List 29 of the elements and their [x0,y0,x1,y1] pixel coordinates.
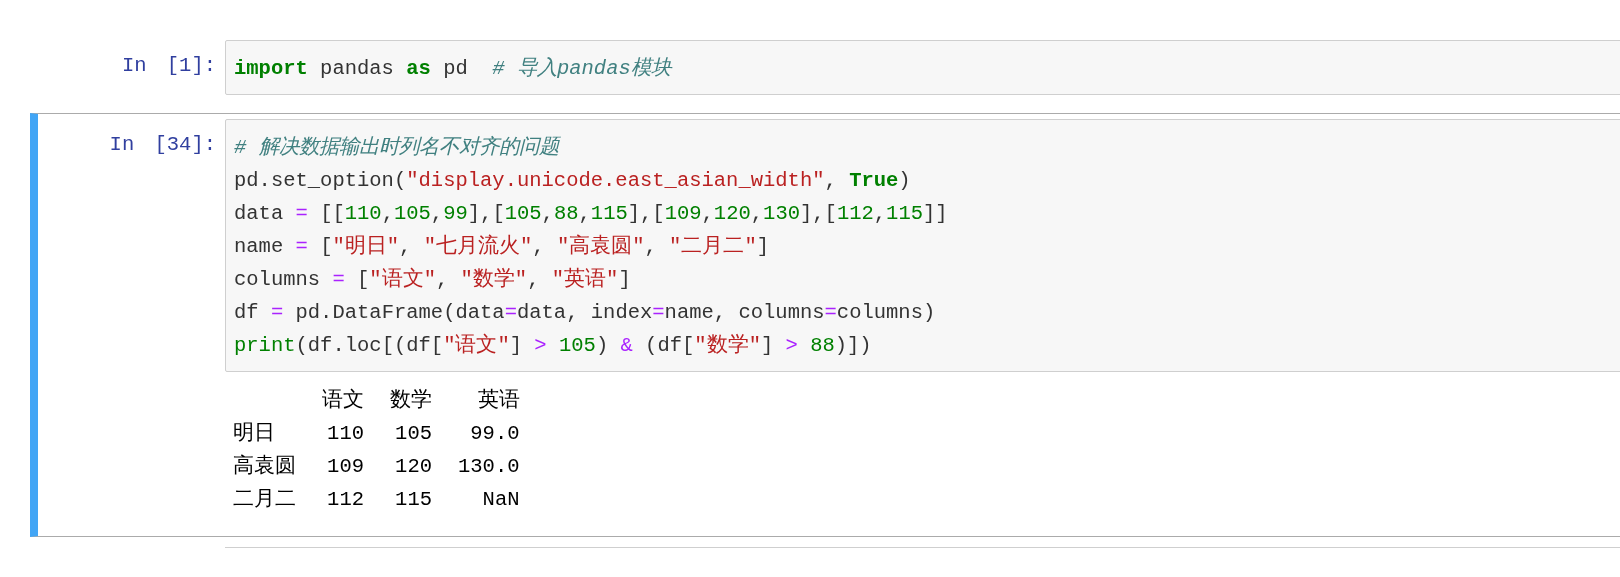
table-cell-text: 110 [326,421,364,447]
row-label: 二月二 [233,487,296,513]
table-cell-text: 115 [394,487,432,513]
table-cell-text: 120 [394,454,432,480]
code-line: pd.set_option("display.unicode.east_asian_width", True) [234,168,912,194]
code-line: import pandas as pd # 导入pandas模块 [234,56,674,82]
column-header: 语文 [322,387,364,414]
column-header: 英语 [476,387,520,414]
table-cell-text: 109 [326,454,364,480]
input-prompt: In [1]: [120,53,217,79]
code-line: name = ["明日", "七月流火", "高袁圆", "二月二"] [234,233,770,260]
table-cell-text: 105 [394,421,432,447]
input-prompt: In [34]: [108,132,217,158]
code-line: df = pd.DataFrame(data=data, index=name, columns=columns) [234,300,937,326]
notebook-cell[interactable] [30,113,1620,537]
row-label: 高袁圆 [233,453,296,480]
code-input[interactable] [225,119,1620,372]
notebook-cell[interactable]: In [1]: import pandas as pd # 导入pandas模块 [30,34,1620,101]
code-line: # 解决数据输出时列名不对齐的问题 [234,135,562,161]
table-cell-text: NaN [481,487,520,513]
table-cell-text: 112 [326,487,364,513]
table-cell-text: 130.0 [458,454,520,480]
code-line: print(df.loc[(df["语文"] > 105) & (df["数学"] > 88)]) [234,332,873,359]
table-cell-text: 99.0 [469,421,520,447]
column-header: 数学 [390,388,432,414]
row-label: 明日 [233,421,276,447]
code-line: columns = ["语文", "数学", "英语"] [234,266,632,293]
code-line: data = [[110,105,99],[105,88,115],[109,120,130],[112,115]] [234,201,949,227]
code-input[interactable]: import pandas as pd # 导入pandas模块 [225,40,1620,95]
